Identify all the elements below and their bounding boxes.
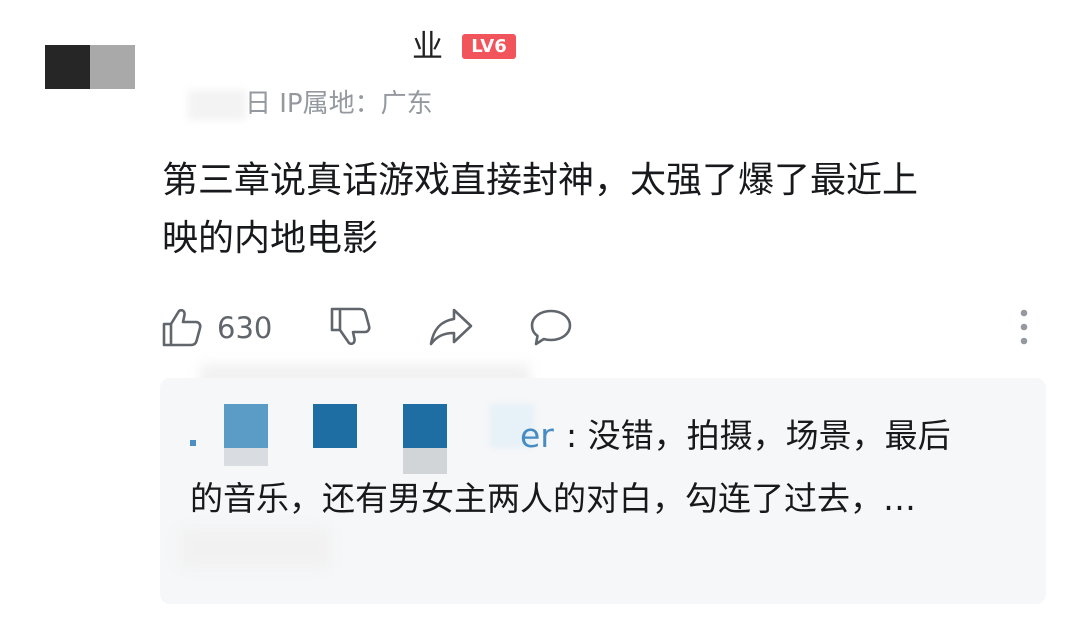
redacted-area [180, 528, 330, 568]
reply-text-line: : 没错，拍摄，场景，最后 [566, 416, 951, 455]
comment-username[interactable]: 业 [412, 27, 443, 67]
redacted-username-pixel [403, 404, 447, 448]
thumbs-down-icon[interactable] [330, 305, 374, 353]
redacted-username-pixel [313, 404, 357, 448]
level-badge: LV6 [462, 34, 516, 59]
comment-content-line: 映的内地电影 [162, 218, 379, 259]
share-icon[interactable] [428, 305, 474, 353]
comment-action-bar: 630 [160, 305, 1040, 349]
reply-text-line: 的音乐，还有男女主两人的对白，勾连了过去，… [190, 479, 916, 518]
redacted-username-pixel [403, 448, 447, 474]
redacted-date [188, 90, 246, 120]
like-count: 630 [217, 311, 273, 345]
redacted-username-pixel [190, 440, 196, 446]
avatar[interactable] [45, 45, 135, 89]
comment-bubble-icon[interactable] [528, 305, 574, 353]
redacted-username-pixel [224, 448, 268, 466]
thumbs-up-icon[interactable] [160, 305, 204, 353]
comment-content: 第三章说真话游戏直接封神，太强了爆了最近上 映的内地电影 [162, 152, 1042, 268]
avatar-pixel-gray [90, 45, 135, 89]
comment-content-line: 第三章说真话游戏直接封神，太强了爆了最近上 [162, 160, 919, 201]
reply-username[interactable]: er [520, 413, 554, 459]
redacted-username-pixel [224, 404, 268, 448]
avatar-pixel-dark [45, 45, 90, 89]
comment-meta: 日 IP属地：广东 [245, 89, 433, 119]
more-vertical-icon[interactable] [1016, 307, 1032, 351]
